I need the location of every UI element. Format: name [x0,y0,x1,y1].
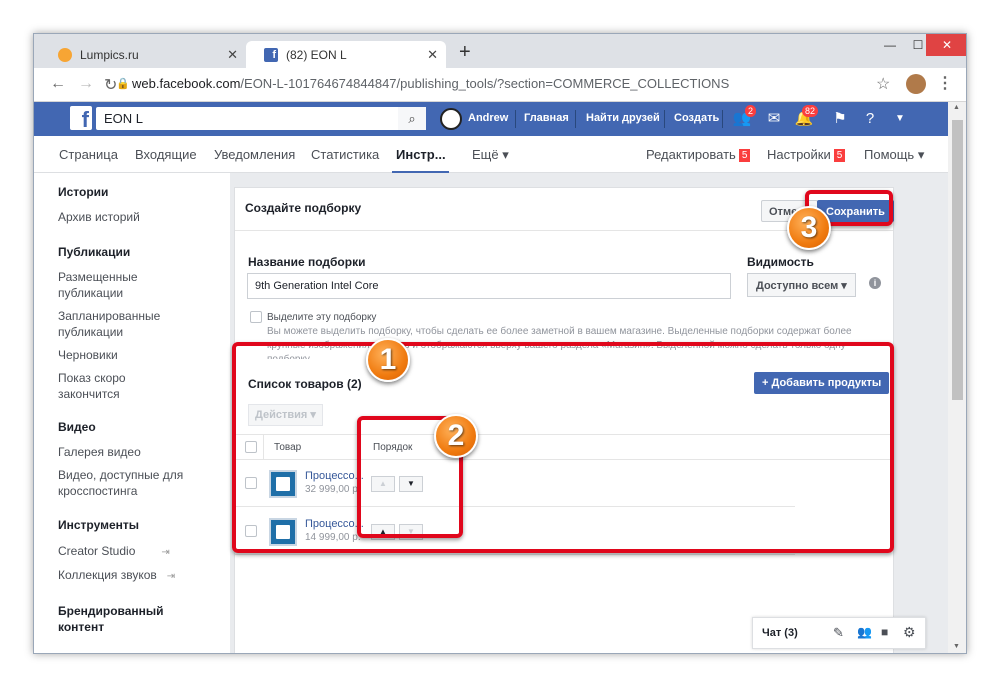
tab-publishing-tools[interactable]: Инстр... [396,147,446,162]
tab-settings[interactable]: Настройки 5 [767,147,846,162]
sidebar-item-scheduled[interactable]: Запланированные публикации [58,308,178,340]
url-path: /EON-L-101764674844847/publishing_tools/… [240,76,730,91]
sidebar-item-published[interactable]: Размещенные публикации [58,269,178,301]
forward-icon[interactable]: → [78,75,94,93]
address-bar: ← → ↻ 🔒 web.facebook.com/EON-L-101764674… [34,68,966,102]
lock-icon: 🔒 [116,78,130,90]
sidebar: Истории Архив историй Публикации Размеще… [34,173,230,653]
facebook-icon: f [264,47,278,62]
sidebar-item-creator-studio[interactable]: Creator Studio ⇥ [58,543,170,561]
new-tab-icon[interactable]: + [459,41,471,64]
tab-edit[interactable]: Редактировать 5 [646,147,751,162]
help-icon[interactable]: ? [860,109,880,129]
compose-icon[interactable]: ✎ [833,625,844,641]
messenger-icon[interactable]: ✉ [764,109,784,129]
search-icon[interactable]: ⌕ [398,107,426,130]
back-icon[interactable]: ← [50,75,66,93]
sidebar-item-video-library[interactable]: Галерея видео [58,444,141,460]
collection-name-label: Название подборки [248,255,366,269]
external-link-icon: ⇥ [166,571,176,582]
highlight-label: Выделите эту подборку [267,312,377,323]
tab-insights[interactable]: Статистика [311,147,379,162]
sidebar-item-sound-collection[interactable]: Коллекция звуков ⇥ [58,567,175,585]
tab-edit-label: Редактировать [646,147,736,162]
search-value: EON L [104,111,144,126]
chevron-down-icon[interactable]: ▼ [890,109,910,129]
menu-icon[interactable]: ⋮ [937,73,953,93]
visibility-select[interactable]: Доступно всем ▾ [747,273,856,297]
creator-studio-label: Creator Studio [58,544,136,558]
tab-page[interactable]: Страница [59,147,118,162]
sidebar-heading-publications: Публикации [58,245,131,259]
scroll-down-icon[interactable]: ▼ [953,643,960,650]
edit-badge: 5 [738,149,751,162]
tab-title: (82) EON L [286,47,347,62]
nav-create[interactable]: Создать [674,112,719,124]
close-tab-icon[interactable]: ✕ [227,47,238,63]
external-link-icon: ⇥ [161,547,170,558]
url-host: web.facebook.com [132,76,241,91]
profile-link[interactable]: Andrew [468,112,508,124]
sidebar-item-expiring[interactable]: Показ скоро закончится [58,370,148,402]
facebook-logo-icon[interactable]: f [70,106,92,132]
divider [515,110,516,128]
scrollbar-thumb[interactable] [952,120,963,400]
sidebar-item-drafts[interactable]: Черновики [58,347,118,363]
avatar[interactable] [906,74,926,94]
sidebar-heading-video: Видео [58,420,96,434]
step-number-1: 1 [366,338,410,382]
collection-name-value: 9th Generation Intel Core [255,280,379,292]
friends-badge: 2 [745,105,757,117]
page-roles-icon[interactable]: ⚑ [830,109,850,129]
nav-find-friends[interactable]: Найти друзей [586,112,660,124]
divider [664,110,665,128]
url-field[interactable]: web.facebook.com/EON-L-101764674844847/p… [132,76,729,91]
video-call-icon[interactable]: ■ [881,625,888,639]
tab-notifications[interactable]: Уведомления [214,147,295,162]
group-icon[interactable]: 👥 [857,625,872,639]
divider [722,110,723,128]
page-tabs: Страница Входящие Уведомления Статистика… [34,136,948,174]
step-number-2: 2 [434,414,478,458]
tab-inbox[interactable]: Входящие [135,147,197,162]
tab-eon-l[interactable]: f (82) EON L ✕ [246,41,446,68]
divider [575,110,576,128]
sidebar-heading-branded-content: Брендированный контент [58,604,164,634]
tab-title: Lumpics.ru [80,47,139,62]
visibility-label: Видимость [747,255,814,269]
scrollbar[interactable]: ▲ ▼ [948,102,966,653]
step-number-3: 3 [787,206,831,250]
collection-name-field[interactable]: 9th Generation Intel Core [247,273,731,299]
close-tab-icon[interactable]: ✕ [427,47,438,63]
facebook-header: f EON L ⌕ Andrew Главная Найти друзей Со… [34,102,948,136]
tab-settings-label: Настройки [767,147,831,162]
window-close-icon[interactable]: ✕ [926,34,966,56]
orange-circle-icon [58,47,72,62]
tab-help[interactable]: Помощь ▾ [864,147,924,163]
settings-badge: 5 [833,149,846,162]
tab-more[interactable]: Ещё ▾ [472,147,509,163]
sidebar-heading-stories: Истории [58,185,109,199]
profile-avatar[interactable] [440,108,462,130]
info-icon[interactable]: i [869,277,881,289]
search-input[interactable]: EON L ⌕ [96,107,426,130]
highlight-box-product-list [232,342,894,553]
star-icon[interactable]: ☆ [876,74,890,94]
tab-strip: Lumpics.ru ✕ f (82) EON L ✕ + — ☐ ✕ [34,34,966,68]
sidebar-item-crossposting[interactable]: Видео, доступные для кросспостинга [58,467,193,499]
tab-lumpics[interactable]: Lumpics.ru ✕ [40,41,246,68]
sidebar-item-stories-archive[interactable]: Архив историй [58,209,140,225]
chat-bar[interactable]: Чат (3) ✎ 👥 ■ ⚙ [752,617,926,649]
sound-collection-label: Коллекция звуков [58,568,157,582]
notifications-badge: 82 [802,105,819,117]
nav-home[interactable]: Главная [524,112,569,124]
chat-label: Чат (3) [762,627,798,639]
highlight-checkbox[interactable] [250,311,262,323]
form-title: Создайте подборку [245,201,362,215]
scroll-up-icon[interactable]: ▲ [953,104,960,111]
gear-icon[interactable]: ⚙ [903,624,916,641]
sidebar-heading-tools: Инструменты [58,518,140,532]
